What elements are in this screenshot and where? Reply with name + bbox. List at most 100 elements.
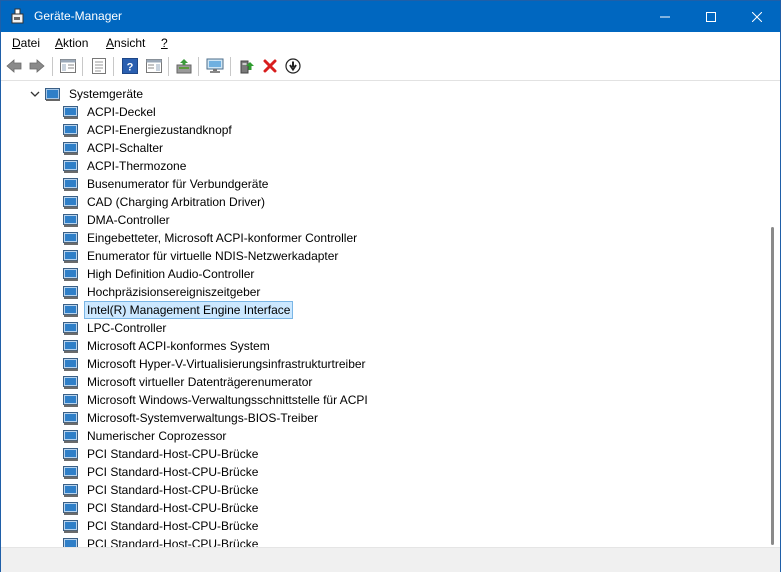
uninstall-device-button[interactable] — [261, 57, 279, 75]
enable-device-icon — [240, 60, 254, 74]
device-row[interactable]: Microsoft Hyper-V-Virtualisierungsinfras… — [63, 355, 368, 373]
device-row[interactable]: High Definition Audio-Controller — [63, 265, 256, 283]
window-title: Geräte-Manager — [34, 9, 123, 23]
console-tree-button[interactable] — [59, 57, 77, 75]
device-icon — [63, 520, 78, 533]
device-row[interactable]: Numerischer Coprozessor — [63, 427, 228, 445]
device-row[interactable]: ACPI-Schalter — [63, 139, 165, 157]
device-row[interactable]: ACPI-Thermozone — [63, 157, 188, 175]
device-row[interactable]: PCI Standard-Host-CPU-Brücke — [63, 499, 260, 517]
device-icon — [63, 160, 78, 173]
device-label: High Definition Audio-Controller — [87, 267, 255, 281]
device-label: Enumerator für virtuelle NDIS-Netzwerkad… — [87, 249, 339, 263]
device-row[interactable]: PCI Standard-Host-CPU-Brücke — [63, 445, 260, 463]
toolbar: ? — [1, 53, 780, 81]
device-label: CAD (Charging Arbitration Driver) — [87, 195, 266, 209]
menu-ansicht[interactable]: Ansicht — [106, 36, 145, 50]
device-row[interactable]: DMA-Controller — [63, 211, 172, 229]
disable-device-icon — [285, 58, 301, 74]
properties-button[interactable] — [90, 57, 108, 75]
device-label: DMA-Controller — [87, 213, 170, 227]
maximize-icon — [706, 11, 716, 22]
menu-bar: Datei Aktion Ansicht ? — [1, 32, 780, 53]
device-label: Hochpräzisionsereigniszeitgeber — [87, 285, 261, 299]
vertical-scrollbar[interactable] — [765, 81, 780, 547]
device-label: PCI Standard-Host-CPU-Brücke — [87, 447, 259, 461]
enable-device-button[interactable] — [238, 57, 256, 75]
device-row[interactable]: CAD (Charging Arbitration Driver) — [63, 193, 267, 211]
device-row[interactable]: Enumerator für virtuelle NDIS-Netzwerkad… — [63, 247, 340, 265]
title-bar[interactable]: Geräte-Manager — [1, 1, 780, 32]
disable-device-button[interactable] — [284, 57, 302, 75]
toolbar-separator — [52, 57, 53, 76]
device-row[interactable]: LPC-Controller — [63, 319, 168, 337]
update-driver-icon — [176, 59, 192, 74]
device-icon — [63, 322, 78, 335]
category-label: Systemgeräte — [69, 87, 144, 101]
device-label: ACPI-Energiezustandknopf — [87, 123, 232, 137]
device-row[interactable]: Hochpräzisionsereigniszeitgeber — [63, 283, 262, 301]
device-row[interactable]: ACPI-Energiezustandknopf — [63, 121, 234, 139]
toolbar-separator — [230, 57, 231, 76]
device-label: Microsoft virtueller Datenträgerenumerat… — [87, 375, 313, 389]
device-icon — [63, 376, 78, 389]
console-tree-icon — [60, 59, 76, 73]
forward-button[interactable] — [28, 57, 46, 75]
device-label: Numerischer Coprozessor — [87, 429, 227, 443]
device-label: PCI Standard-Host-CPU-Brücke — [87, 483, 259, 497]
help-button[interactable]: ? — [121, 57, 139, 75]
action-pane-button[interactable] — [145, 57, 163, 75]
device-tree[interactable]: Systemgeräte ACPI-Deckel ACPI-Energiezust… — [1, 81, 765, 547]
help-icon: ? — [122, 58, 138, 74]
device-icon — [63, 304, 78, 317]
maximize-button[interactable] — [688, 1, 734, 32]
device-row[interactable]: PCI Standard-Host-CPU-Brücke — [63, 481, 260, 499]
device-icon — [63, 358, 78, 371]
device-icon — [63, 232, 78, 245]
tree-node-systemgeraete[interactable]: Systemgeräte — [29, 85, 145, 103]
device-manager-window: Geräte-Manager Datei Aktion Ansicht ? ? … — [0, 0, 781, 572]
menu-help[interactable]: ? — [161, 36, 168, 50]
device-row[interactable]: Busenumerator für Verbundgeräte — [63, 175, 270, 193]
device-icon — [63, 394, 78, 407]
device-label: Busenumerator für Verbundgeräte — [87, 177, 269, 191]
device-row[interactable]: PCI Standard-Host-CPU-Brücke — [63, 535, 260, 547]
device-row[interactable]: ACPI-Deckel — [63, 103, 158, 121]
device-icon — [63, 286, 78, 299]
vertical-scrollbar-thumb[interactable] — [771, 227, 774, 545]
device-row[interactable]: Microsoft Windows-Verwaltungsschnittstel… — [63, 391, 370, 409]
device-icon — [63, 430, 78, 443]
device-row[interactable]: PCI Standard-Host-CPU-Brücke — [63, 463, 260, 481]
toolbar-separator — [113, 57, 114, 76]
device-icon — [63, 268, 78, 281]
device-icon — [63, 124, 78, 137]
device-icon — [63, 142, 78, 155]
device-row[interactable]: Microsoft ACPI-konformes System — [63, 337, 272, 355]
close-button[interactable] — [734, 1, 780, 32]
toolbar-separator — [168, 57, 169, 76]
device-label: ACPI-Schalter — [87, 141, 164, 155]
device-label: PCI Standard-Host-CPU-Brücke — [87, 537, 259, 547]
device-label: Microsoft-Systemverwaltungs-BIOS-Treiber — [87, 411, 318, 425]
menu-aktion[interactable]: Aktion — [55, 36, 88, 50]
device-icon — [63, 448, 78, 461]
close-icon — [752, 11, 762, 22]
device-row[interactable]: Eingebetteter, Microsoft ACPI-konformer … — [63, 229, 359, 247]
menu-datei[interactable]: Datei — [12, 36, 40, 50]
update-driver-button[interactable] — [175, 57, 193, 75]
device-manager-app-icon — [11, 8, 24, 24]
device-row[interactable]: Microsoft virtueller Datenträgerenumerat… — [63, 373, 314, 391]
device-row-selected[interactable]: Intel(R) Management Engine Interface — [63, 301, 294, 319]
back-button[interactable] — [5, 57, 23, 75]
scan-hardware-button[interactable] — [206, 57, 224, 75]
properties-icon — [92, 58, 106, 74]
device-icon — [63, 502, 78, 515]
device-row[interactable]: Microsoft-Systemverwaltungs-BIOS-Treiber — [63, 409, 320, 427]
uninstall-device-icon — [263, 59, 277, 73]
chevron-down-icon[interactable] — [29, 88, 41, 100]
device-label: Microsoft ACPI-konformes System — [87, 339, 270, 353]
device-row[interactable]: PCI Standard-Host-CPU-Brücke — [63, 517, 260, 535]
device-label: LPC-Controller — [87, 321, 167, 335]
minimize-button[interactable] — [642, 1, 688, 32]
device-label: Intel(R) Management Engine Interface — [83, 301, 294, 319]
